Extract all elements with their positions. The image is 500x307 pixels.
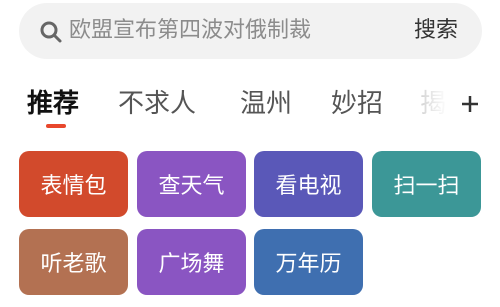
plus-icon: [462, 96, 478, 112]
active-tab-indicator: [46, 124, 66, 128]
shortcut-square-dance[interactable]: 广场舞: [137, 229, 246, 295]
tab-recommend[interactable]: 推荐: [27, 84, 79, 124]
tab-buqiuren[interactable]: 不求人: [118, 84, 196, 124]
shortcut-tv[interactable]: 看电视: [254, 151, 363, 217]
search-bar[interactable]: 欧盟宣布第四波对俄制裁 搜索: [19, 3, 482, 59]
shortcut-old-songs[interactable]: 听老歌: [19, 229, 128, 295]
tab-fade-overlay: [405, 84, 455, 124]
shortcut-weather[interactable]: 查天气: [137, 151, 246, 217]
shortcut-emoji[interactable]: 表情包: [19, 151, 128, 217]
search-icon: [40, 21, 62, 43]
shortcut-scan[interactable]: 扫一扫: [372, 151, 481, 217]
add-tab-button[interactable]: [455, 84, 485, 124]
shortcut-calendar[interactable]: 万年历: [254, 229, 363, 295]
tab-miaozhao[interactable]: 妙招: [331, 84, 383, 124]
search-input[interactable]: 欧盟宣布第四波对俄制裁: [69, 16, 311, 46]
tab-wenzhou[interactable]: 温州: [240, 84, 292, 124]
search-button[interactable]: 搜索: [414, 16, 458, 46]
